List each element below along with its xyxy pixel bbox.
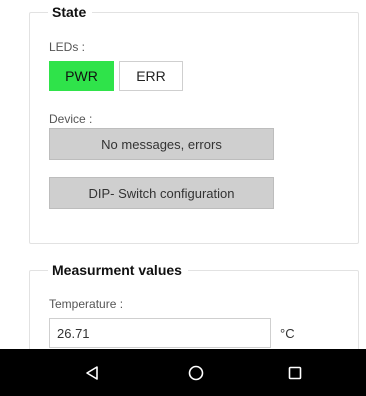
device-status-box: No messages, errors xyxy=(49,128,274,160)
recents-icon xyxy=(288,366,302,379)
device-label: Device : xyxy=(49,112,93,126)
measurement-legend: Measurment values xyxy=(52,262,182,278)
led-pwr: PWR xyxy=(49,61,114,91)
home-button[interactable] xyxy=(166,349,226,396)
dip-switch-button[interactable]: DIP- Switch configuration xyxy=(49,177,274,209)
temperature-unit: °C xyxy=(280,326,295,341)
state-legend: State xyxy=(52,4,87,20)
recents-button[interactable] xyxy=(265,349,325,396)
navigation-bar xyxy=(0,349,366,396)
back-icon xyxy=(86,365,98,380)
back-button[interactable] xyxy=(62,349,122,396)
leds-label: LEDs : xyxy=(49,40,86,54)
temperature-label: Temperature : xyxy=(49,297,124,311)
home-icon xyxy=(188,365,204,380)
temperature-field[interactable]: 26.71 xyxy=(49,318,271,348)
led-err: ERR xyxy=(119,61,183,91)
page: State LEDs : PWR ERR Device : No message… xyxy=(0,0,366,396)
